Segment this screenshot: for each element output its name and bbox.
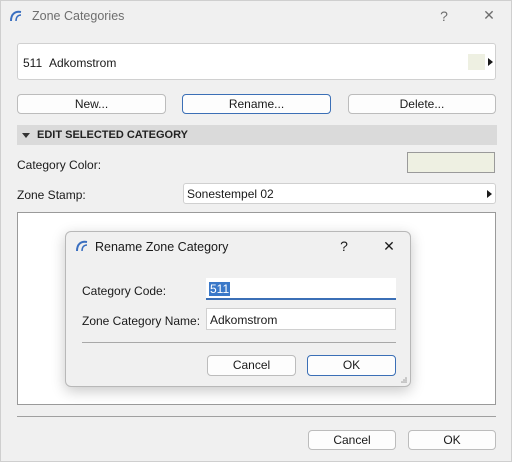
category-color-label: Category Color:	[17, 158, 102, 172]
zone-stamp-select[interactable]: Sonestempel 02	[183, 183, 496, 204]
new-button[interactable]: New...	[17, 94, 166, 114]
ok-button[interactable]: OK	[408, 430, 496, 450]
collapse-arrow-icon	[22, 133, 30, 138]
close-button[interactable]: ✕	[479, 7, 499, 24]
zone-category-name-value: Adkomstrom	[210, 313, 278, 327]
dropdown-arrow-icon	[487, 190, 492, 198]
section-header[interactable]: EDIT SELECTED CATEGORY	[17, 125, 497, 145]
app-icon	[76, 240, 88, 252]
category-code-value: 511	[209, 282, 231, 296]
category-code-input[interactable]: 511	[206, 278, 396, 300]
dropdown-arrow-icon[interactable]	[488, 58, 493, 66]
app-icon	[10, 10, 22, 22]
cancel-button[interactable]: Cancel	[308, 430, 396, 450]
zone-category-name-label: Zone Category Name:	[82, 314, 201, 328]
category-code: 511	[23, 56, 43, 70]
resize-grip-icon[interactable]	[400, 376, 408, 384]
ok-button[interactable]: OK	[307, 355, 396, 376]
dialog-title: Rename Zone Category	[95, 240, 229, 254]
category-code-label: Category Code:	[82, 284, 167, 298]
category-color-swatch	[468, 54, 485, 70]
section-title: EDIT SELECTED CATEGORY	[37, 129, 188, 141]
zone-category-name-input[interactable]: Adkomstrom	[206, 308, 396, 330]
rename-dialog: Rename Zone Category ? ✕ Category Code: …	[65, 231, 411, 387]
help-button[interactable]: ?	[434, 8, 454, 24]
delete-button[interactable]: Delete...	[348, 94, 496, 114]
divider	[17, 416, 496, 417]
help-button[interactable]: ?	[334, 238, 354, 254]
divider	[82, 342, 396, 343]
cancel-button[interactable]: Cancel	[207, 355, 296, 376]
category-selector[interactable]: 511 Adkomstrom	[17, 43, 496, 80]
zone-stamp-label: Zone Stamp:	[17, 188, 86, 202]
close-button[interactable]: ✕	[379, 238, 399, 255]
window-title: Zone Categories	[32, 9, 125, 23]
zone-stamp-value: Sonestempel 02	[187, 187, 274, 201]
rename-button[interactable]: Rename...	[182, 94, 331, 114]
category-color-button[interactable]	[407, 152, 495, 173]
category-name: Adkomstrom	[49, 56, 117, 70]
